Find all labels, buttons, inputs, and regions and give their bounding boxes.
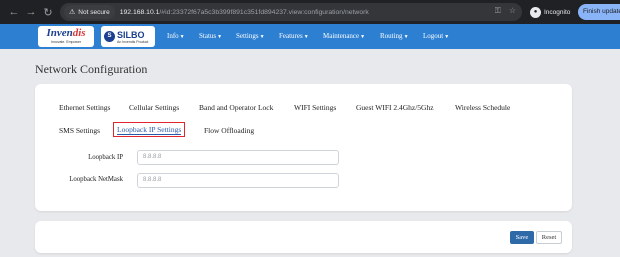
silbo-tagline: An Invendis Product <box>117 39 149 44</box>
loopback-ip-label: Loopback IP <box>88 154 123 161</box>
menu-features[interactable]: Features▼ <box>279 24 309 49</box>
menu-label: Routing <box>380 32 403 40</box>
actions-card <box>35 221 572 253</box>
incognito-label: Incognito <box>544 8 571 16</box>
chevron-down-icon: ▼ <box>217 35 223 40</box>
chevron-down-icon: ▼ <box>403 35 409 40</box>
chevron-down-icon: ▼ <box>259 35 265 40</box>
tab-ethernet-settings[interactable]: Ethernet Settings <box>59 103 110 112</box>
url-path: /#id:23372f67a5c3b399f891c351fd894237.vi… <box>159 8 369 16</box>
reset-button[interactable]: Reset <box>536 231 562 244</box>
chevron-down-icon: ▼ <box>303 35 309 40</box>
browser-toolbar: ← → ↻ ⚠ Not secure 192.168.10.1/#id:2337… <box>0 0 620 24</box>
app-navbar: Invendis Innovate. Empower S SILBO An In… <box>0 24 620 49</box>
loopback-netmask-label: Loopback NetMask <box>69 176 123 183</box>
logo-main: Inven <box>46 27 73 39</box>
address-bar[interactable]: ⚠ Not secure 192.168.10.1/#id:23372f67a5… <box>60 3 522 21</box>
url-host: 192.168.10.1 <box>119 8 160 16</box>
menu-maintenance[interactable]: Maintenance▼ <box>323 24 365 49</box>
menu-label: Settings <box>236 32 259 40</box>
security-label: Not secure <box>78 8 110 16</box>
logo-accent: dis <box>72 27 86 39</box>
chevron-down-icon: ▼ <box>444 35 450 40</box>
star-icon[interactable]: ☆ <box>509 6 516 16</box>
tab-sms-settings[interactable]: SMS Settings <box>59 126 100 135</box>
loopback-ip-input[interactable]: 8.8.8.8 <box>137 150 339 165</box>
tab-loopback-ip-settings[interactable]: Loopback IP Settings <box>113 122 186 137</box>
menu-label: Maintenance <box>323 32 360 40</box>
incognito-indicator[interactable]: ● Incognito <box>530 4 570 20</box>
tab-wifi-settings[interactable]: WIFI Settings <box>294 103 336 112</box>
reload-icon[interactable]: ↻ <box>40 6 56 19</box>
menu-settings[interactable]: Settings▼ <box>236 24 265 49</box>
tab-label: Loopback IP Settings <box>117 125 182 135</box>
logo-tagline: Innovate. Empower <box>50 40 82 44</box>
silbo-mark-icon: S <box>104 31 115 42</box>
menu-label: Info <box>167 32 179 40</box>
chevron-down-icon: ▼ <box>179 35 185 40</box>
silbo-name: SILBO <box>117 29 145 40</box>
security-chip[interactable]: ⚠ Not secure <box>64 5 115 19</box>
finish-update-button[interactable]: Finish update <box>578 4 620 20</box>
menu-label: Status <box>199 32 217 40</box>
menu-info[interactable]: Info▼ <box>167 24 185 49</box>
warning-icon: ⚠ <box>69 9 76 16</box>
save-button[interactable]: Save <box>510 231 534 244</box>
url-text[interactable]: 192.168.10.1/#id:23372f67a5c3b399f891c35… <box>120 9 369 16</box>
menu-label: Logout <box>423 32 444 40</box>
loopback-netmask-input[interactable]: 8.8.8.8 <box>137 173 339 188</box>
menu-status[interactable]: Status▼ <box>199 24 222 49</box>
menu-label: Features <box>279 32 303 40</box>
menu-routing[interactable]: Routing▼ <box>380 24 409 49</box>
chevron-down-icon: ▼ <box>360 35 366 40</box>
tab-cellular-settings[interactable]: Cellular Settings <box>129 103 179 112</box>
tab-band-operator-lock[interactable]: Band and Operator Lock <box>199 103 273 112</box>
incognito-icon: ● <box>530 6 541 18</box>
key-icon[interactable]: ⚿ <box>495 6 501 16</box>
silbo-logo[interactable]: S SILBO An Invendis Product <box>101 26 155 47</box>
back-icon[interactable]: ← <box>6 6 22 18</box>
tab-wireless-schedule[interactable]: Wireless Schedule <box>455 103 510 112</box>
menu-logout[interactable]: Logout▼ <box>423 24 449 49</box>
invendis-logo[interactable]: Invendis Innovate. Empower <box>38 26 94 47</box>
forward-icon[interactable]: → <box>23 6 39 18</box>
tab-flow-offloading[interactable]: Flow Offloading <box>204 126 254 135</box>
page-title: Network Configuration <box>35 62 148 76</box>
tab-guest-wifi[interactable]: Guest WIFI 2.4Ghz/5Ghz <box>356 103 434 112</box>
